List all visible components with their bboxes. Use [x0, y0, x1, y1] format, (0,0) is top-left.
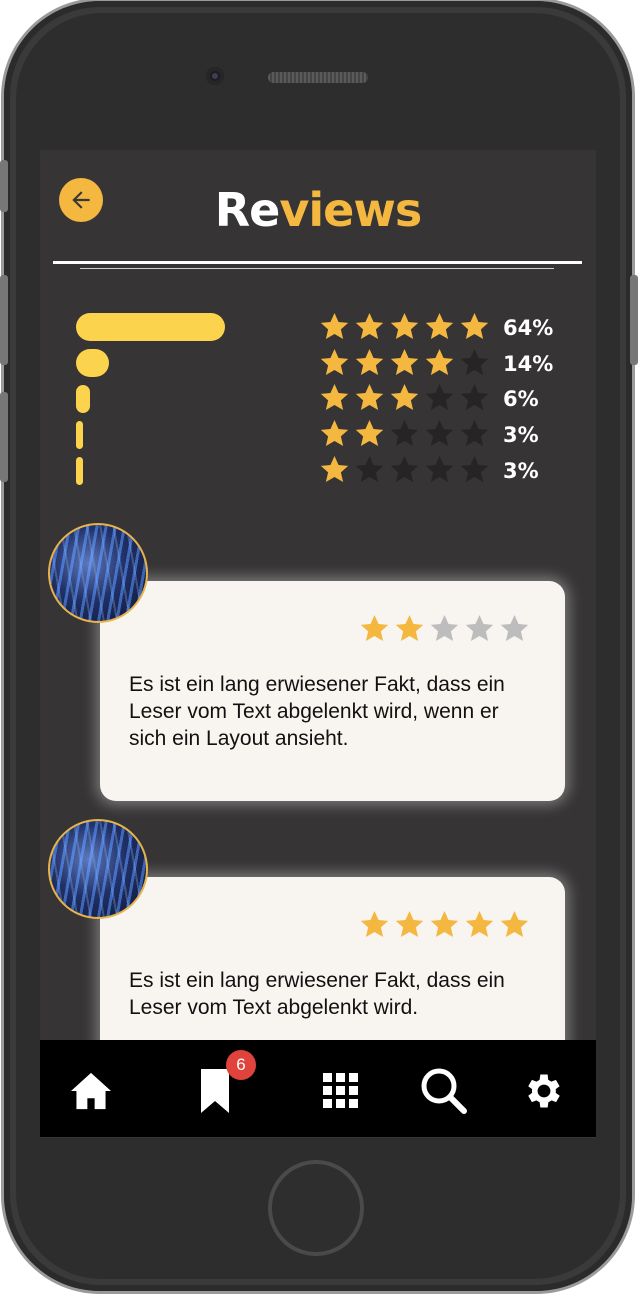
- review-rating: [357, 909, 532, 943]
- star-filled-icon: [390, 312, 419, 340]
- star-empty-icon: [425, 455, 454, 483]
- star-filled-icon: [395, 910, 424, 938]
- star-empty-icon: [460, 383, 489, 411]
- star-filled-icon: [355, 348, 384, 376]
- star-empty-icon: [430, 614, 459, 642]
- grid-icon: [323, 1073, 358, 1108]
- star-empty-icon: [500, 614, 529, 642]
- star-filled-icon: [320, 455, 349, 483]
- star-filled-icon: [460, 312, 489, 340]
- star-filled-icon: [355, 312, 384, 340]
- star-empty-icon: [460, 348, 489, 376]
- nav-home-button[interactable]: [66, 1066, 116, 1116]
- volume-up-button: [0, 275, 8, 365]
- rating-bar-4: [76, 349, 109, 377]
- rating-percent-3: 6%: [503, 387, 539, 411]
- volume-down-button: [0, 392, 8, 482]
- rating-bar-2: [76, 421, 83, 449]
- home-icon: [71, 1072, 111, 1110]
- bookmark-badge: 6: [226, 1050, 256, 1080]
- star-filled-icon: [395, 614, 424, 642]
- settings-icon: [528, 1074, 560, 1108]
- rating-percent-2: 3%: [503, 423, 539, 447]
- star-filled-icon: [355, 383, 384, 411]
- star-filled-icon: [355, 419, 384, 447]
- star-filled-icon: [465, 910, 494, 938]
- header-divider-thin: [80, 268, 554, 269]
- rating-bar-1: [76, 457, 83, 485]
- review-rating: [357, 613, 532, 647]
- rating-row-1: 3%: [317, 455, 577, 486]
- avatar[interactable]: [48, 819, 148, 919]
- rating-row-3: 6%: [317, 383, 577, 414]
- star-empty-icon: [465, 614, 494, 642]
- title-part-1: Re: [214, 183, 281, 237]
- star-empty-icon: [425, 419, 454, 447]
- star-filled-icon: [430, 910, 459, 938]
- nav-settings-button[interactable]: [519, 1066, 569, 1116]
- star-empty-icon: [355, 455, 384, 483]
- front-camera: [206, 67, 224, 85]
- speaker-grille: [268, 72, 368, 83]
- star-filled-icon: [390, 348, 419, 376]
- rating-percent-5: 64%: [503, 316, 554, 340]
- page-title: Reviews: [40, 180, 596, 240]
- bookmark-icon: [201, 1069, 229, 1113]
- star-filled-icon: [320, 419, 349, 447]
- star-filled-icon: [360, 910, 389, 938]
- star-filled-icon: [320, 383, 349, 411]
- rating-bar-3: [76, 385, 90, 413]
- star-filled-icon: [425, 348, 454, 376]
- star-filled-icon: [500, 910, 529, 938]
- rating-bars: [76, 313, 236, 488]
- star-empty-icon: [390, 455, 419, 483]
- rating-bar-5: [76, 313, 225, 341]
- header-divider: [53, 261, 582, 264]
- star-empty-icon: [390, 419, 419, 447]
- star-filled-icon: [360, 614, 389, 642]
- review-text: Es ist ein lang erwiesener Fakt, dass ei…: [129, 673, 505, 750]
- search-icon: [421, 1068, 467, 1114]
- star-filled-icon: [320, 348, 349, 376]
- nav-search-button[interactable]: [419, 1066, 469, 1116]
- review-text: Es ist ein lang erwiesener Fakt, dass ei…: [129, 969, 505, 1019]
- star-filled-icon: [425, 312, 454, 340]
- bottom-navbar: 6: [40, 1040, 596, 1137]
- nav-grid-button[interactable]: [316, 1066, 366, 1116]
- review-card: Es ist ein lang erwiesener Fakt, dass ei…: [100, 581, 565, 801]
- star-empty-icon: [425, 383, 454, 411]
- rating-percent-4: 14%: [503, 352, 554, 376]
- rating-row-5: 64%: [317, 312, 577, 343]
- avatar[interactable]: [48, 523, 148, 623]
- star-empty-icon: [460, 455, 489, 483]
- star-filled-icon: [320, 312, 349, 340]
- power-button: [630, 275, 638, 365]
- rating-row-4: 14%: [317, 348, 577, 379]
- rating-percent-1: 3%: [503, 459, 539, 483]
- rating-row-2: 3%: [317, 419, 577, 450]
- home-hardware-button[interactable]: [268, 1160, 364, 1256]
- star-filled-icon: [390, 383, 419, 411]
- mute-switch: [0, 160, 8, 212]
- star-empty-icon: [460, 419, 489, 447]
- app-screen: Reviews 64% 14% 6% 3% 3% Es ist ein lang…: [40, 150, 596, 1138]
- title-part-2: views: [279, 183, 422, 237]
